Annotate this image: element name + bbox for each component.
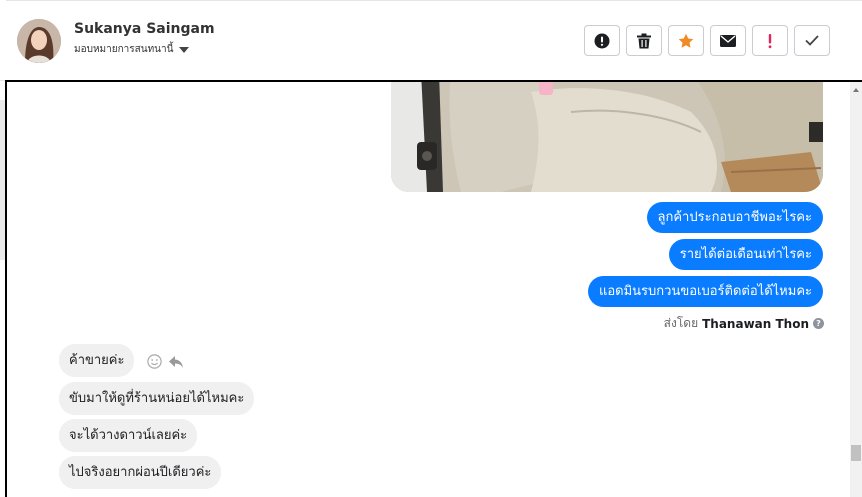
sent-by-prefix: ส่งโดย	[663, 316, 699, 330]
avatar[interactable]	[17, 19, 61, 63]
message-thread[interactable]: ลูกค้าประกอบอาชีพอะไรคะ รายได้ต่อเดือนเท…	[5, 80, 862, 497]
delete-button[interactable]	[626, 25, 662, 56]
scroll-up-arrow-icon[interactable]	[853, 88, 859, 92]
sender-name: Thanawan Thon	[702, 316, 809, 331]
outgoing-message[interactable]: แอดมินรบกวนขอเบอร์ติดต่อได้ไหมคะ	[587, 276, 823, 307]
trash-icon	[637, 33, 651, 48]
assign-label: มอบหมายการสนทนานี้	[74, 44, 174, 55]
outgoing-message[interactable]: ลูกค้าประกอบอาชีพอะไรคะ	[646, 202, 823, 233]
follow-up-button[interactable]	[752, 25, 788, 56]
conversation-actions	[584, 25, 830, 56]
divider	[6, 0, 862, 1]
exclamation-circle-icon	[594, 33, 610, 48]
envelope-icon	[720, 34, 736, 47]
scrollbar-thumb[interactable]	[851, 445, 861, 461]
star-button[interactable]	[668, 25, 704, 56]
attached-photo[interactable]	[391, 82, 823, 192]
mark-unread-button[interactable]	[710, 25, 746, 56]
caret-down-icon	[179, 46, 190, 53]
incoming-message[interactable]: ค้าขายค่ะ	[59, 344, 135, 377]
scrollbar[interactable]	[850, 82, 862, 497]
spam-button[interactable]	[584, 25, 620, 56]
conversation-header: Sukanya Saingam มอบหมายการสนทนานี้	[0, 0, 862, 81]
emoji-reaction-icon[interactable]	[147, 354, 162, 369]
incoming-message[interactable]: ไปจริงอยากผ่อนปีเดียวค่ะ	[59, 456, 222, 489]
message-reactions	[147, 354, 184, 369]
star-icon	[678, 33, 694, 48]
sent-by-info: ส่งโดย Thanawan Thon ?	[664, 314, 824, 333]
contact-name[interactable]: Sukanya Saingam	[74, 21, 215, 37]
help-icon[interactable]: ?	[813, 318, 824, 329]
exclamation-icon	[768, 33, 772, 48]
assign-conversation-dropdown[interactable]: มอบหมายการสนทนานี้	[74, 42, 190, 57]
outgoing-message[interactable]: รายได้ต่อเดือนเท่าไรคะ	[668, 239, 823, 270]
check-icon	[805, 35, 819, 46]
incoming-message[interactable]: ขับมาให้ดูที่ร้านหน่อยได้ไหมคะ	[59, 382, 255, 415]
reply-icon[interactable]	[168, 355, 184, 369]
incoming-message[interactable]: จะได้วางดาวน์เลยค่ะ	[59, 419, 198, 452]
done-button[interactable]	[794, 25, 830, 56]
